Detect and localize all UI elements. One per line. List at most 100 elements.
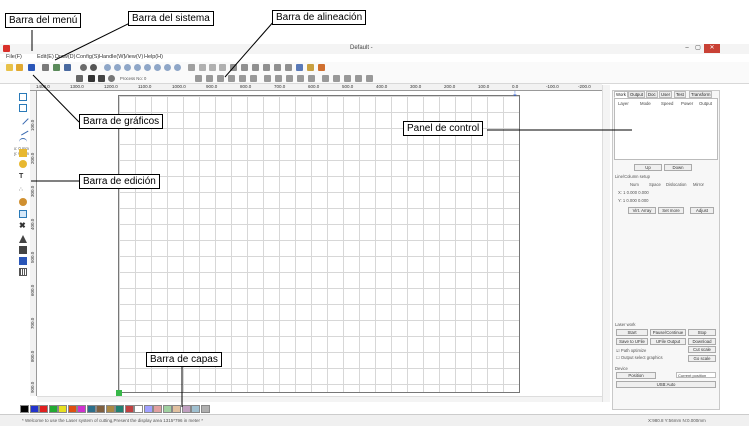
curve-icon[interactable] [199,64,206,71]
gear-icon[interactable] [80,64,87,71]
page-bottom-right-icon[interactable] [355,75,362,82]
go-scale-button[interactable]: Go scale [688,355,716,362]
tab-test[interactable]: Test [674,91,686,98]
delete-tool-icon[interactable]: ✖ [19,222,27,230]
save-icon[interactable] [28,64,35,71]
polyline-tool-icon[interactable] [17,124,29,136]
smooth-icon[interactable] [209,64,216,71]
down-button[interactable]: Down [664,164,692,171]
import-icon[interactable] [42,64,49,71]
menu-view[interactable]: View(V) [124,54,143,60]
plugin-icon[interactable] [90,64,97,71]
close-curve-icon[interactable] [219,64,226,71]
align-bottom-icon[interactable] [228,75,235,82]
path-optimize-checkbox[interactable]: ☑ Path optimize [616,348,646,353]
align-top-icon[interactable] [217,75,224,82]
close-button[interactable]: ✕ [704,44,720,53]
align-center-h-icon[interactable] [239,75,246,82]
up-button[interactable]: Up [634,164,662,171]
tab-work[interactable]: Work [614,91,628,98]
cut-icon[interactable] [230,64,237,71]
triangle-tool-icon[interactable] [19,235,27,243]
align-center-v-icon[interactable] [250,75,257,82]
maximize-button[interactable]: ▢ [693,44,703,53]
align-right-icon[interactable] [206,75,213,82]
work-area[interactable] [118,95,520,393]
layer-color-swatch[interactable] [191,405,200,413]
layer-color-swatch[interactable] [96,405,105,413]
array-tool-icon[interactable] [19,210,27,218]
download-button[interactable]: Download [688,338,716,345]
layer-color-swatch[interactable] [153,405,162,413]
text-tool-icon[interactable]: T [19,173,27,181]
preview-icon[interactable] [188,64,195,71]
zoom-out-icon[interactable] [124,64,131,71]
rotate-icon[interactable] [108,75,115,82]
stop-button[interactable]: Stop [688,329,716,336]
ufile-output-button[interactable]: UFile Output [650,338,686,345]
menu-edit[interactable]: Edit(E) [37,54,54,60]
apply-icon[interactable] [88,75,95,82]
equal-spacing-h-icon[interactable] [297,75,304,82]
delete-overlap-icon[interactable] [274,64,281,71]
save-ufile-button[interactable]: Save to UFile [616,338,648,345]
same-size-icon[interactable] [286,75,293,82]
layer-color-swatch[interactable] [143,405,153,413]
barcode-icon[interactable] [19,257,27,265]
layer-color-swatch[interactable] [39,405,48,413]
menu-handle[interactable]: Handle(W) [99,54,125,60]
monitor-icon[interactable] [296,64,303,71]
curve-tool-icon[interactable] [19,138,27,146]
offset-icon[interactable] [252,64,259,71]
tab-user[interactable]: User [659,91,673,98]
tab-doc[interactable]: Doc [646,91,658,98]
rectangle-tool-icon[interactable] [19,149,27,157]
laser-position-icon[interactable] [19,198,27,206]
dot-tool-icon[interactable]: ∴ [19,186,27,194]
pause-continue-button[interactable]: Pause/Continue [650,329,686,336]
layer-color-swatch[interactable] [20,405,29,413]
layer-color-swatch[interactable] [172,405,181,413]
zoom-fit-icon[interactable] [134,64,141,71]
layer-table[interactable]: Layer Mode Speed Power Output [614,98,718,160]
new-file-icon[interactable] [6,64,13,71]
select-tool-icon[interactable] [19,93,27,101]
page-center-icon[interactable] [366,75,373,82]
minimize-button[interactable]: – [682,44,692,53]
virtual-array-button[interactable]: Virt. Array [628,207,656,214]
zoom-select-icon[interactable] [154,64,161,71]
layer-color-swatch[interactable] [77,405,86,413]
usb-port-select[interactable]: USB:Auto [616,381,716,388]
layer-color-swatch[interactable] [115,405,124,413]
lead-icon[interactable] [263,64,270,71]
layer-color-swatch[interactable] [162,405,172,413]
adjust-button[interactable]: Adjust [690,207,714,214]
tab-transform[interactable]: Transform [689,91,713,98]
layer-color-swatch[interactable] [200,405,210,413]
menu-file[interactable]: File(F) [6,54,22,60]
layer-color-swatch[interactable] [67,405,77,413]
tab-output[interactable]: Output [628,91,645,98]
cut-scale-button[interactable]: Cut scale [688,346,716,353]
same-height-icon[interactable] [275,75,282,82]
layer-color-swatch[interactable] [58,405,67,413]
open-file-icon[interactable] [16,64,23,71]
layer-color-swatch[interactable] [48,405,58,413]
grid-tool-icon[interactable] [19,268,27,276]
horizontal-scrollbar[interactable] [37,396,602,402]
laser-icon[interactable] [307,64,314,71]
node-edit-icon[interactable] [19,104,27,112]
settings-icon[interactable] [64,64,71,71]
layer-color-swatch[interactable] [124,405,134,413]
import-image-icon[interactable] [19,246,27,254]
layer-color-swatch[interactable] [105,405,115,413]
position-select[interactable]: Current position [676,372,716,378]
mirror-icon[interactable] [98,75,105,82]
array-icon[interactable] [241,64,248,71]
menu-help[interactable]: Help(H) [144,54,163,60]
ellipse-tool-icon[interactable] [19,160,27,168]
menu-config[interactable]: Config(S) [76,54,99,60]
layer-color-swatch[interactable] [86,405,96,413]
vertical-scrollbar[interactable] [602,85,610,402]
pan-icon[interactable] [174,64,181,71]
